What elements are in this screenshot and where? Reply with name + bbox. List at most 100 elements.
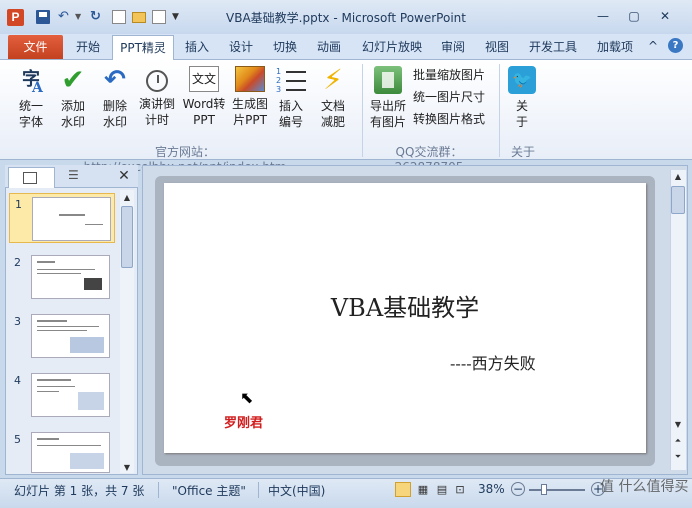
numbered-list-icon: 1 2 3 [276,66,306,94]
slide-number: 4 [14,374,21,387]
generate-image-ppt-label: 生成图 片PPT [231,97,268,127]
status-separator [158,482,159,498]
slide-thumbnail-row[interactable]: 3 [9,311,115,361]
slide-number: 5 [14,433,21,446]
scroll-up-icon[interactable]: ▲ [671,172,685,181]
unify-image-size-button[interactable]: 统一图片尺寸 [413,88,485,105]
slide-thumbnail-row[interactable]: 5 [9,429,115,473]
tab-design[interactable]: 设计 [224,35,258,59]
scroll-down-icon[interactable]: ▼ [671,420,685,429]
close-button[interactable]: ✕ [656,9,674,25]
insert-numbering-button[interactable]: 1 2 3 插入 编号 [273,66,309,130]
theme-status[interactable]: "Office 主题" [172,482,246,499]
zoom-level[interactable]: 38% [478,482,505,496]
slide-subtitle[interactable]: ----西方失败 [450,350,536,374]
slide-number: 3 [14,315,21,328]
slide-thumbnail[interactable] [31,432,110,473]
speech-timer-label: 演讲倒 计时 [138,97,175,127]
zoom-out-button[interactable]: − [511,482,525,496]
slide-count-status: 幻灯片 第 1 张，共 7 张 [14,484,145,498]
slide-sorter-view-icon[interactable]: ▦ [415,482,431,497]
word-to-ppt-button[interactable]: 文文 Word转 PPT [180,66,228,128]
check-icon: ✔ [61,63,85,96]
language-status[interactable]: 中文(中国) [268,482,325,499]
tab-file[interactable]: 文件 [8,35,63,59]
status-separator [258,482,259,498]
tab-slides[interactable] [8,167,55,188]
minimize-ribbon-icon[interactable]: ^ [648,39,658,53]
slide-thumbnail-row[interactable]: 2 [9,252,115,302]
slide-thumbnail[interactable] [31,314,110,358]
batch-scale-images-button[interactable]: 批量缩放图片 [413,66,485,83]
slide-title[interactable]: VBA基础教学 [164,288,646,323]
minimize-button[interactable]: — [594,9,612,25]
thumb-image [84,278,102,290]
normal-view-icon[interactable] [395,482,411,497]
slide-thumbnail-row[interactable]: 1 [9,193,115,243]
word-doc-icon: 文文 [189,66,219,92]
tab-slideshow[interactable]: 幻灯片放映 [356,35,428,59]
doc-slim-button[interactable]: ⚡ 文档 减肥 [314,66,352,130]
remove-watermark-button[interactable]: ↶ 删除 水印 [96,66,134,130]
slide-thumbnail[interactable] [32,197,111,241]
export-images-button[interactable]: 导出所 有图片 [366,66,410,130]
convert-image-format-button[interactable]: 转换图片格式 [413,110,485,127]
next-slide-icon[interactable]: ⏷ [671,452,685,462]
slide-number: 1 [15,198,22,211]
slideshow-view-icon[interactable]: ⊡ [452,482,468,497]
previous-slide-icon[interactable]: ⏶ [671,436,685,446]
tab-animations[interactable]: 动画 [312,35,346,59]
about-label: 关 于 [515,99,528,129]
about-button[interactable]: 🐦 关 于 [504,66,540,130]
tab-transitions[interactable]: 切换 [268,35,302,59]
list-number-1: 1 [276,68,306,76]
tab-addins[interactable]: 加载项 [592,35,638,59]
add-watermark-button[interactable]: ✔ 添加 水印 [54,66,92,130]
scroll-down-icon[interactable]: ▼ [121,463,133,472]
editor-scroll-thumb[interactable] [671,186,685,214]
thumb-text-line [85,224,103,225]
lightning-icon: ⚡ [323,63,343,96]
tab-insert[interactable]: 插入 [180,35,214,59]
speech-timer-button[interactable]: 演讲倒 计时 [136,66,178,128]
author-text: 罗刚君 [224,416,264,431]
tab-review[interactable]: 审阅 [436,35,470,59]
thumb-text-line [37,379,71,381]
help-icon[interactable]: ? [668,38,683,53]
close-panel-icon[interactable]: ✕ [115,167,133,185]
thumb-text-line [37,386,75,387]
window-title: VBA基础教学.pptx - Microsoft PowerPoint [226,11,466,25]
maximize-button[interactable]: ▢ [625,9,643,25]
tab-ppt-jingling[interactable]: PPT精灵 [112,35,174,61]
reading-view-icon[interactable]: ▤ [434,482,450,497]
image-icon [235,66,265,92]
slides-panel-scroll-thumb[interactable] [121,206,133,268]
slide-thumbnail[interactable] [31,255,110,299]
export-images-label: 导出所 有图片 [369,99,406,129]
undo-arrow-icon: ↶ [104,65,126,95]
add-watermark-label: 添加 水印 [60,99,85,129]
tab-home[interactable]: 开始 [70,35,106,59]
thumb-image [70,453,104,469]
thumb-image [70,337,104,353]
generate-image-ppt-button[interactable]: 生成图 片PPT [229,66,271,128]
unify-font-button[interactable]: 字 统一 字体 [12,66,50,130]
zoom-slider[interactable] [529,489,585,491]
thumb-text-line [37,438,59,440]
font-icon: 字 [17,66,45,102]
twitter-bird-icon: 🐦 [508,66,536,94]
scroll-up-icon[interactable]: ▲ [121,193,133,202]
tab-outline[interactable] [58,167,108,188]
watermark-text: 值 什么值得买 [600,479,689,495]
zoom-slider-knob[interactable] [541,484,547,495]
thumb-text-line [37,261,55,263]
slide-thumbnail-row[interactable]: 4 [9,370,115,420]
thumb-text-line [59,214,85,216]
thumb-text-line [37,445,101,446]
tab-developer[interactable]: 开发工具 [524,35,582,59]
thumb-text-line [37,326,99,327]
tab-view[interactable]: 视图 [480,35,514,59]
list-number-3: 3 [276,86,306,94]
thumb-text-line [37,269,95,270]
slide-thumbnail[interactable] [31,373,110,417]
